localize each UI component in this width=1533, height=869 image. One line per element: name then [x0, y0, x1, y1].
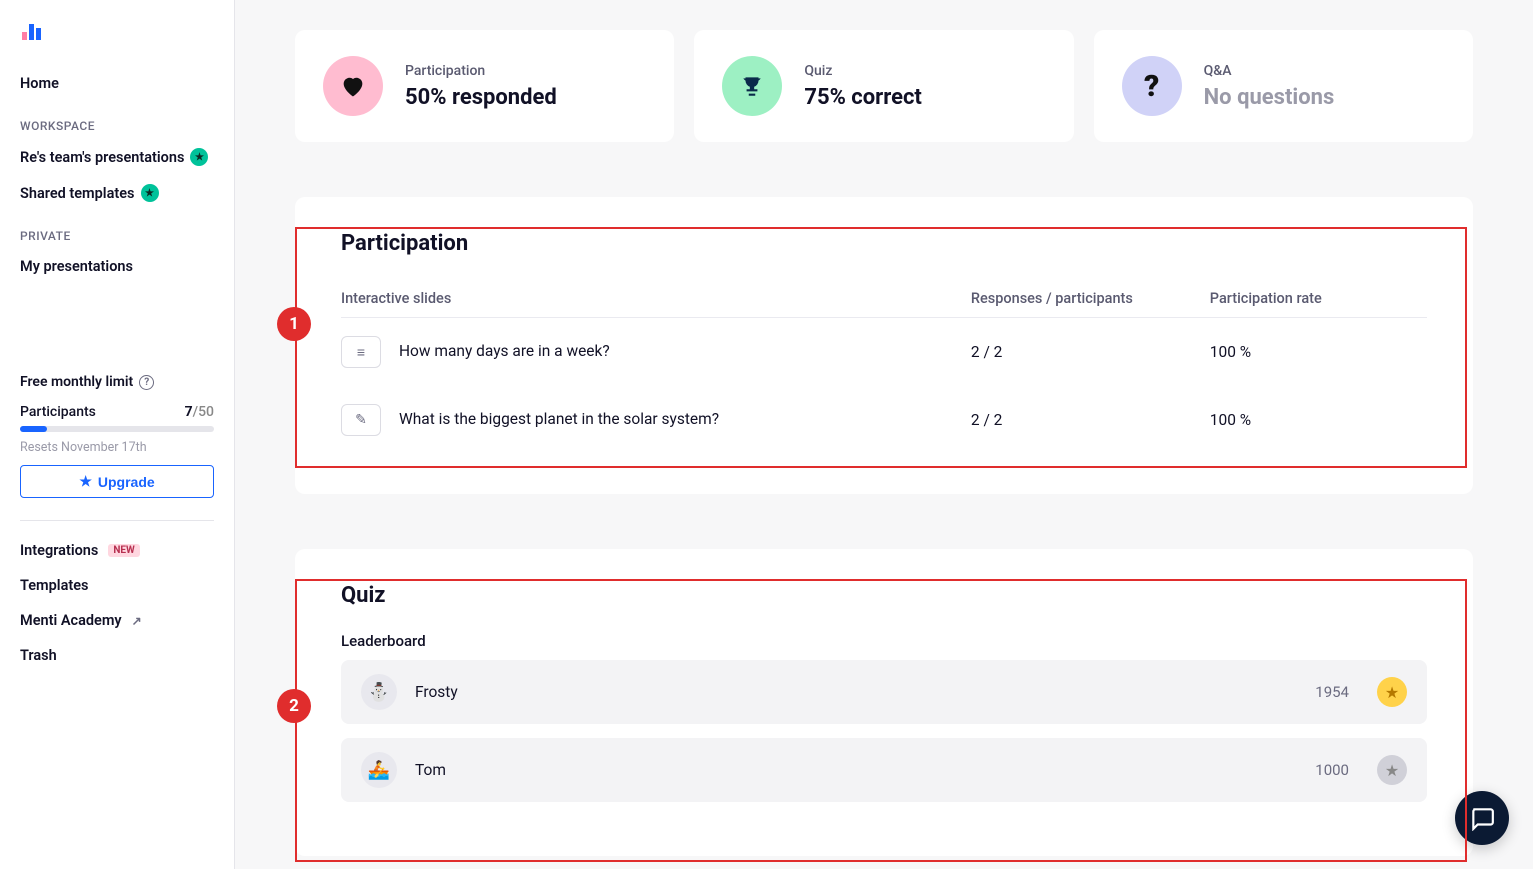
nav-my-presentations-label: My presentations	[20, 258, 133, 275]
leaderboard-row[interactable]: 🚣 Tom 1000 ★	[341, 738, 1427, 802]
star-icon: ★	[79, 473, 92, 490]
pencil-icon: ✎	[341, 404, 381, 436]
main-content: Participation 50% responded Quiz 75% cor…	[235, 0, 1533, 869]
stats-row: Participation 50% responded Quiz 75% cor…	[295, 30, 1473, 142]
participation-table: Interactive slides Responses / participa…	[341, 280, 1427, 454]
participants-used: 7	[185, 404, 193, 420]
chat-launcher[interactable]	[1455, 791, 1509, 845]
private-section-label: PRIVATE	[20, 229, 214, 243]
participants-label: Participants	[20, 404, 96, 420]
leaderboard-row[interactable]: ⛄ Frosty 1954 ★	[341, 660, 1427, 724]
participation-section: 1 Participation Interactive slides Respo…	[295, 197, 1473, 494]
annotation-marker-2: 2	[277, 689, 311, 723]
nav-integrations[interactable]: Integrations NEW	[20, 533, 214, 568]
slide-responses: 2 / 2	[971, 386, 1210, 454]
upgrade-button[interactable]: ★ Upgrade	[20, 465, 214, 498]
slide-rate: 100 %	[1210, 386, 1427, 454]
free-limit-block: Free monthly limit ? Participants 7/50 R…	[20, 374, 214, 498]
col-rate: Participation rate	[1210, 280, 1427, 318]
sidebar: Home WORKSPACE Re's team's presentations…	[0, 0, 235, 869]
nav-team-presentations-label: Re's team's presentations	[20, 149, 184, 166]
nav-menti-academy-label: Menti Academy	[20, 612, 122, 629]
player-score: 1954	[1315, 683, 1349, 701]
nav-templates-label: Templates	[20, 577, 89, 594]
stat-card-quiz[interactable]: Quiz 75% correct	[694, 30, 1073, 142]
stat-qa-value: No questions	[1204, 85, 1335, 110]
trophy-icon	[722, 56, 782, 116]
leaderboard-list: ⛄ Frosty 1954 ★ 🚣 Tom 1000 ★	[341, 660, 1427, 802]
annotation-marker-1: 1	[277, 307, 311, 341]
nav-trash-label: Trash	[20, 647, 57, 664]
nav-home-label: Home	[20, 75, 59, 92]
player-name: Frosty	[415, 683, 1297, 701]
stat-card-participation[interactable]: Participation 50% responded	[295, 30, 674, 142]
col-responses: Responses / participants	[971, 280, 1210, 318]
nav-shared-templates-label: Shared templates	[20, 185, 135, 202]
avatar: 🚣	[361, 752, 397, 788]
nav-my-presentations[interactable]: My presentations	[20, 249, 214, 284]
chat-icon	[1469, 805, 1495, 831]
slide-rate: 100 %	[1210, 318, 1427, 387]
menti-logo-icon	[20, 18, 44, 42]
nav-shared-templates[interactable]: Shared templates ★	[20, 175, 214, 211]
participation-row[interactable]: ≡ How many days are in a week? 2 / 2100 %	[341, 318, 1427, 387]
participation-title: Participation	[341, 231, 1427, 256]
workspace-section-label: WORKSPACE	[20, 119, 214, 133]
app-logo[interactable]	[20, 18, 214, 46]
stat-participation-value: 50% responded	[405, 85, 557, 110]
new-badge: NEW	[108, 544, 139, 557]
nav-trash[interactable]: Trash	[20, 638, 214, 673]
nav-menti-academy[interactable]: Menti Academy ↗	[20, 603, 214, 638]
help-icon[interactable]: ?	[139, 375, 154, 390]
sidebar-divider	[20, 520, 214, 521]
external-link-icon: ↗	[132, 614, 142, 628]
upgrade-label: Upgrade	[98, 474, 155, 490]
medal-icon: ★	[1377, 755, 1407, 785]
participants-progress-fill	[20, 426, 47, 432]
reset-text: Resets November 17th	[20, 440, 214, 455]
avatar: ⛄	[361, 674, 397, 710]
medal-icon: ★	[1377, 677, 1407, 707]
question-icon: ?	[1122, 56, 1182, 116]
nav-home[interactable]: Home	[20, 66, 214, 101]
slide-responses: 2 / 2	[971, 318, 1210, 387]
nav-team-presentations[interactable]: Re's team's presentations ★	[20, 139, 214, 175]
participants-progress	[20, 426, 214, 432]
slide-question: What is the biggest planet in the solar …	[399, 410, 719, 428]
player-name: Tom	[415, 761, 1297, 779]
slide-question: How many days are in a week?	[399, 342, 610, 360]
text-icon: ≡	[341, 336, 381, 368]
stat-quiz-value: 75% correct	[804, 85, 922, 110]
stat-card-qa[interactable]: ? Q&A No questions	[1094, 30, 1473, 142]
stat-qa-label: Q&A	[1204, 63, 1335, 79]
nav-templates[interactable]: Templates	[20, 568, 214, 603]
quiz-section: 2 Quiz Leaderboard ⛄Frosty1954★🚣Tom1000★	[295, 549, 1473, 856]
stat-quiz-label: Quiz	[804, 63, 922, 79]
star-badge-icon: ★	[141, 184, 159, 202]
nav-integrations-label: Integrations	[20, 542, 98, 559]
participants-max: /50	[193, 404, 214, 420]
col-interactive-slides: Interactive slides	[341, 280, 971, 318]
free-limit-title: Free monthly limit	[20, 374, 133, 390]
heart-icon	[323, 56, 383, 116]
star-badge-icon: ★	[190, 148, 208, 166]
player-score: 1000	[1315, 761, 1349, 779]
stat-participation-label: Participation	[405, 63, 557, 79]
quiz-title: Quiz	[341, 583, 1427, 608]
participation-row[interactable]: ✎ What is the biggest planet in the solar…	[341, 386, 1427, 454]
leaderboard-subtitle: Leaderboard	[341, 632, 1427, 650]
